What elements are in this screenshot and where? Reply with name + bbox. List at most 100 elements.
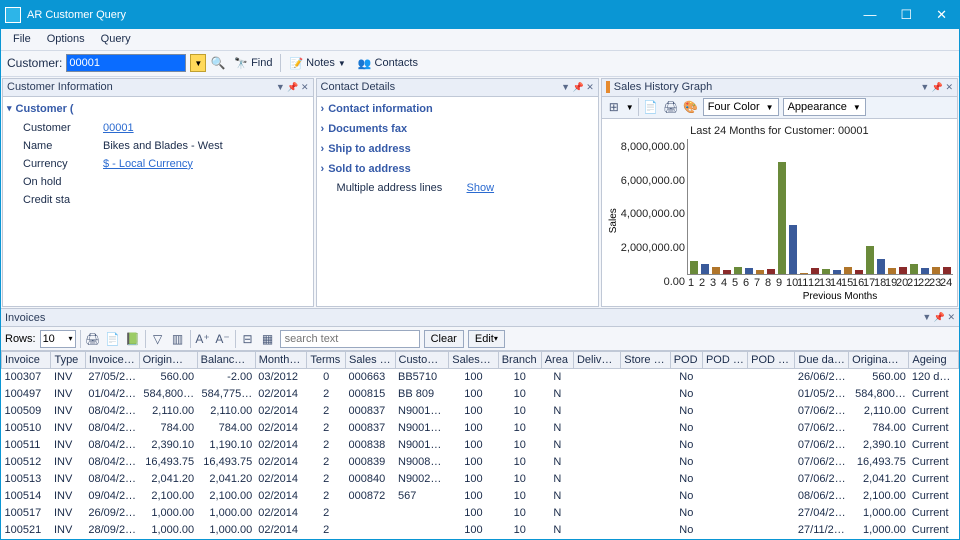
sales-chart: Last 24 Months for Customer: 00001 Sales… [602,119,957,306]
column-header[interactable]: Invoice… [85,352,139,369]
panel-controls[interactable]: ▼ 📌 ✕ [920,82,953,93]
table-row[interactable]: 100517INV26/09/2…1,000.001,000.0002/2014… [2,505,959,522]
menu-file[interactable]: File [5,31,39,47]
columns-icon[interactable]: ▥ [170,331,186,347]
customer-dropdown-button[interactable]: ▼ [190,54,206,72]
contact-section[interactable]: Sold to address [319,159,596,179]
mal-show-link[interactable]: Show [467,182,495,194]
appearance-select[interactable]: Appearance▼ [783,98,866,116]
panel-title: Contact Details [321,81,562,93]
rows-label: Rows: [5,333,36,345]
column-header[interactable]: Due da… [795,352,849,369]
y-axis-ticks: 8,000,000.006,000,000.004,000,000.002,00… [621,139,687,302]
column-header[interactable]: Type [51,352,85,369]
column-header[interactable]: Area [541,352,573,369]
field-value[interactable]: 00001 [103,122,134,134]
bar [723,270,731,274]
chart-indicator-icon [606,81,610,93]
table-row[interactable]: 100510INV08/04/2…784.00784.0002/20142000… [2,420,959,437]
table-row[interactable]: 100509INV08/04/2…2,110.002,110.0002/2014… [2,403,959,420]
field-label: Customer [23,122,103,134]
table-row[interactable]: 100521INV28/09/2…1,000.001,000.0002/2014… [2,522,959,539]
search-input[interactable] [280,330,420,348]
menu-query[interactable]: Query [93,31,139,47]
column-header[interactable]: POD [670,352,702,369]
bar [767,269,775,274]
column-header[interactable]: Ageing [909,352,959,369]
invoices-grid[interactable]: InvoiceTypeInvoice…Origin…Balanc…Month …… [1,351,959,539]
column-header[interactable]: POD re… [748,352,795,369]
contact-details-panel: Contact Details▼ 📌 ✕ Contact information… [316,78,599,307]
panel-controls[interactable]: ▼ 📌 ✕ [276,82,309,93]
bar [811,268,819,274]
table-row[interactable]: 100514INV09/04/2…2,100.002,100.0002/2014… [2,488,959,505]
font-increase-icon[interactable]: A⁺ [195,331,211,347]
column-header[interactable]: Origin… [139,352,197,369]
menubar: File Options Query [1,29,959,51]
customer-section[interactable]: Customer ( [5,99,311,119]
customer-input[interactable] [66,54,186,72]
bar [844,267,852,274]
table-row[interactable]: 100513INV08/04/2…2,041.202,041.2002/2014… [2,471,959,488]
field-value[interactable]: $ - Local Currency [103,158,193,170]
chart-toolbar: ⊞ ▼ 📄 🖨 🎨 Four Color▼ Appearance▼ [602,97,957,119]
table-row[interactable]: 100512INV08/04/2…16,493.7516,493.7502/20… [2,454,959,471]
field-value: Bikes and Blades - West [103,140,223,152]
bar [866,246,874,274]
palette-icon[interactable]: 🎨 [683,99,699,115]
column-header[interactable]: Terms [307,352,346,369]
contacts-button[interactable]: 👥Contacts [354,57,422,70]
column-header[interactable]: POD d… [702,352,747,369]
column-header[interactable]: Sales o… [346,352,395,369]
print-icon[interactable]: 🖨 [85,331,101,347]
table-row[interactable]: 100511INV08/04/2…2,390.101,190.1002/2014… [2,437,959,454]
clear-button[interactable]: Clear [424,330,464,348]
bar [778,162,786,274]
rows-select[interactable]: 10▾ [40,330,76,348]
find-button[interactable]: 🔭Find [230,57,276,70]
close-button[interactable]: ✕ [936,7,947,23]
bar [690,261,698,274]
autosize-icon[interactable]: ⊟ [240,331,256,347]
font-decrease-icon[interactable]: A⁻ [215,331,231,347]
column-header[interactable]: Salesp… [449,352,498,369]
column-header[interactable]: Branch [498,352,541,369]
column-header[interactable]: Month … [255,352,307,369]
color-select[interactable]: Four Color▼ [703,98,779,116]
edit-button[interactable]: Edit ▾ [468,330,505,348]
chart-layout-icon[interactable]: ⊞ [606,99,622,115]
notes-button[interactable]: 📝Notes▼ [285,57,349,70]
copy-icon[interactable]: 📄 [105,331,121,347]
bar [888,268,896,274]
contact-section[interactable]: Contact information [319,99,596,119]
menu-options[interactable]: Options [39,31,93,47]
panel-title: Invoices [5,312,922,324]
filter-icon[interactable]: ▽ [150,331,166,347]
table-row[interactable]: 100307INV27/05/2…560.00-2.0003/201200006… [2,369,959,386]
panel-controls[interactable]: ▼ 📌 ✕ [561,82,594,93]
table-row[interactable]: 100497INV01/04/2…584,800…584,775…02/2014… [2,386,959,403]
column-header[interactable]: Custo… [395,352,449,369]
invoices-toolbar: Rows: 10▾ 🖨 📄 📗 ▽ ▥ A⁺ A⁻ ⊟ ▦ Clear Edit… [1,327,959,351]
app-icon [5,7,21,23]
column-header[interactable]: Invoice [2,352,51,369]
search-icon[interactable]: 🔍 [210,55,226,71]
column-header[interactable]: Origina… [849,352,909,369]
x-axis-label: Previous Months [727,289,953,302]
bar [932,267,940,274]
copy-icon[interactable]: 📄 [643,99,659,115]
contact-section[interactable]: Documents fax [319,119,596,139]
print-icon[interactable]: 🖨 [663,99,679,115]
maximize-button[interactable]: ☐ [900,7,912,23]
panel-controls[interactable]: ▼ 📌 ✕ [922,312,955,323]
contacts-icon: 👥 [358,57,372,70]
bar [833,270,841,274]
freeze-icon[interactable]: ▦ [260,331,276,347]
mal-label: Multiple address lines [337,182,467,194]
export-excel-icon[interactable]: 📗 [125,331,141,347]
column-header[interactable]: Store n… [621,352,670,369]
contact-section[interactable]: Ship to address [319,139,596,159]
minimize-button[interactable]: — [863,7,876,23]
column-header[interactable]: Balanc… [197,352,255,369]
column-header[interactable]: Deliver… [573,352,620,369]
